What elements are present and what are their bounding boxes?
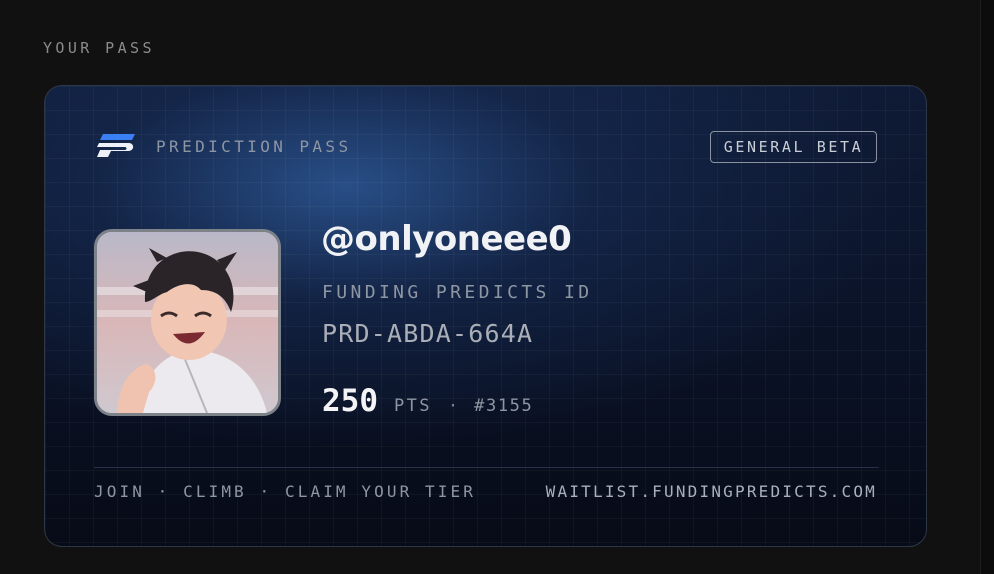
- rank-value: #3155: [474, 396, 534, 416]
- prediction-pass-card: PREDICTION PASS GENERAL BETA @onlyoneee0…: [44, 85, 927, 547]
- points-unit: PTS: [394, 396, 432, 416]
- stats-separator: ·: [447, 396, 459, 416]
- stats-row: 250 PTS · #3155: [322, 383, 533, 419]
- page: YOUR PASS PREDICTION PASS GENERAL BETA @…: [0, 0, 994, 574]
- points-value: 250: [322, 383, 378, 419]
- pass-id: PRD-ABDA-664A: [322, 319, 534, 348]
- general-beta-badge: GENERAL BETA: [710, 131, 877, 163]
- id-label: FUNDING PREDICTS ID: [322, 282, 593, 303]
- user-handle: @onlyoneee0: [321, 219, 572, 259]
- card-divider: [94, 467, 879, 468]
- avatar-illustration: [97, 232, 278, 413]
- waitlist-url: WAITLIST.FUNDINGPREDICTS.COM: [545, 482, 877, 501]
- footer-tagline: JOIN · CLIMB · CLAIM YOUR TIER: [94, 482, 476, 501]
- section-title: YOUR PASS: [43, 39, 155, 57]
- avatar: [94, 229, 281, 416]
- scrollbar-rail[interactable]: [980, 0, 994, 574]
- pass-brand-label: PREDICTION PASS: [156, 137, 352, 156]
- funding-predicts-logo-icon: [97, 134, 135, 157]
